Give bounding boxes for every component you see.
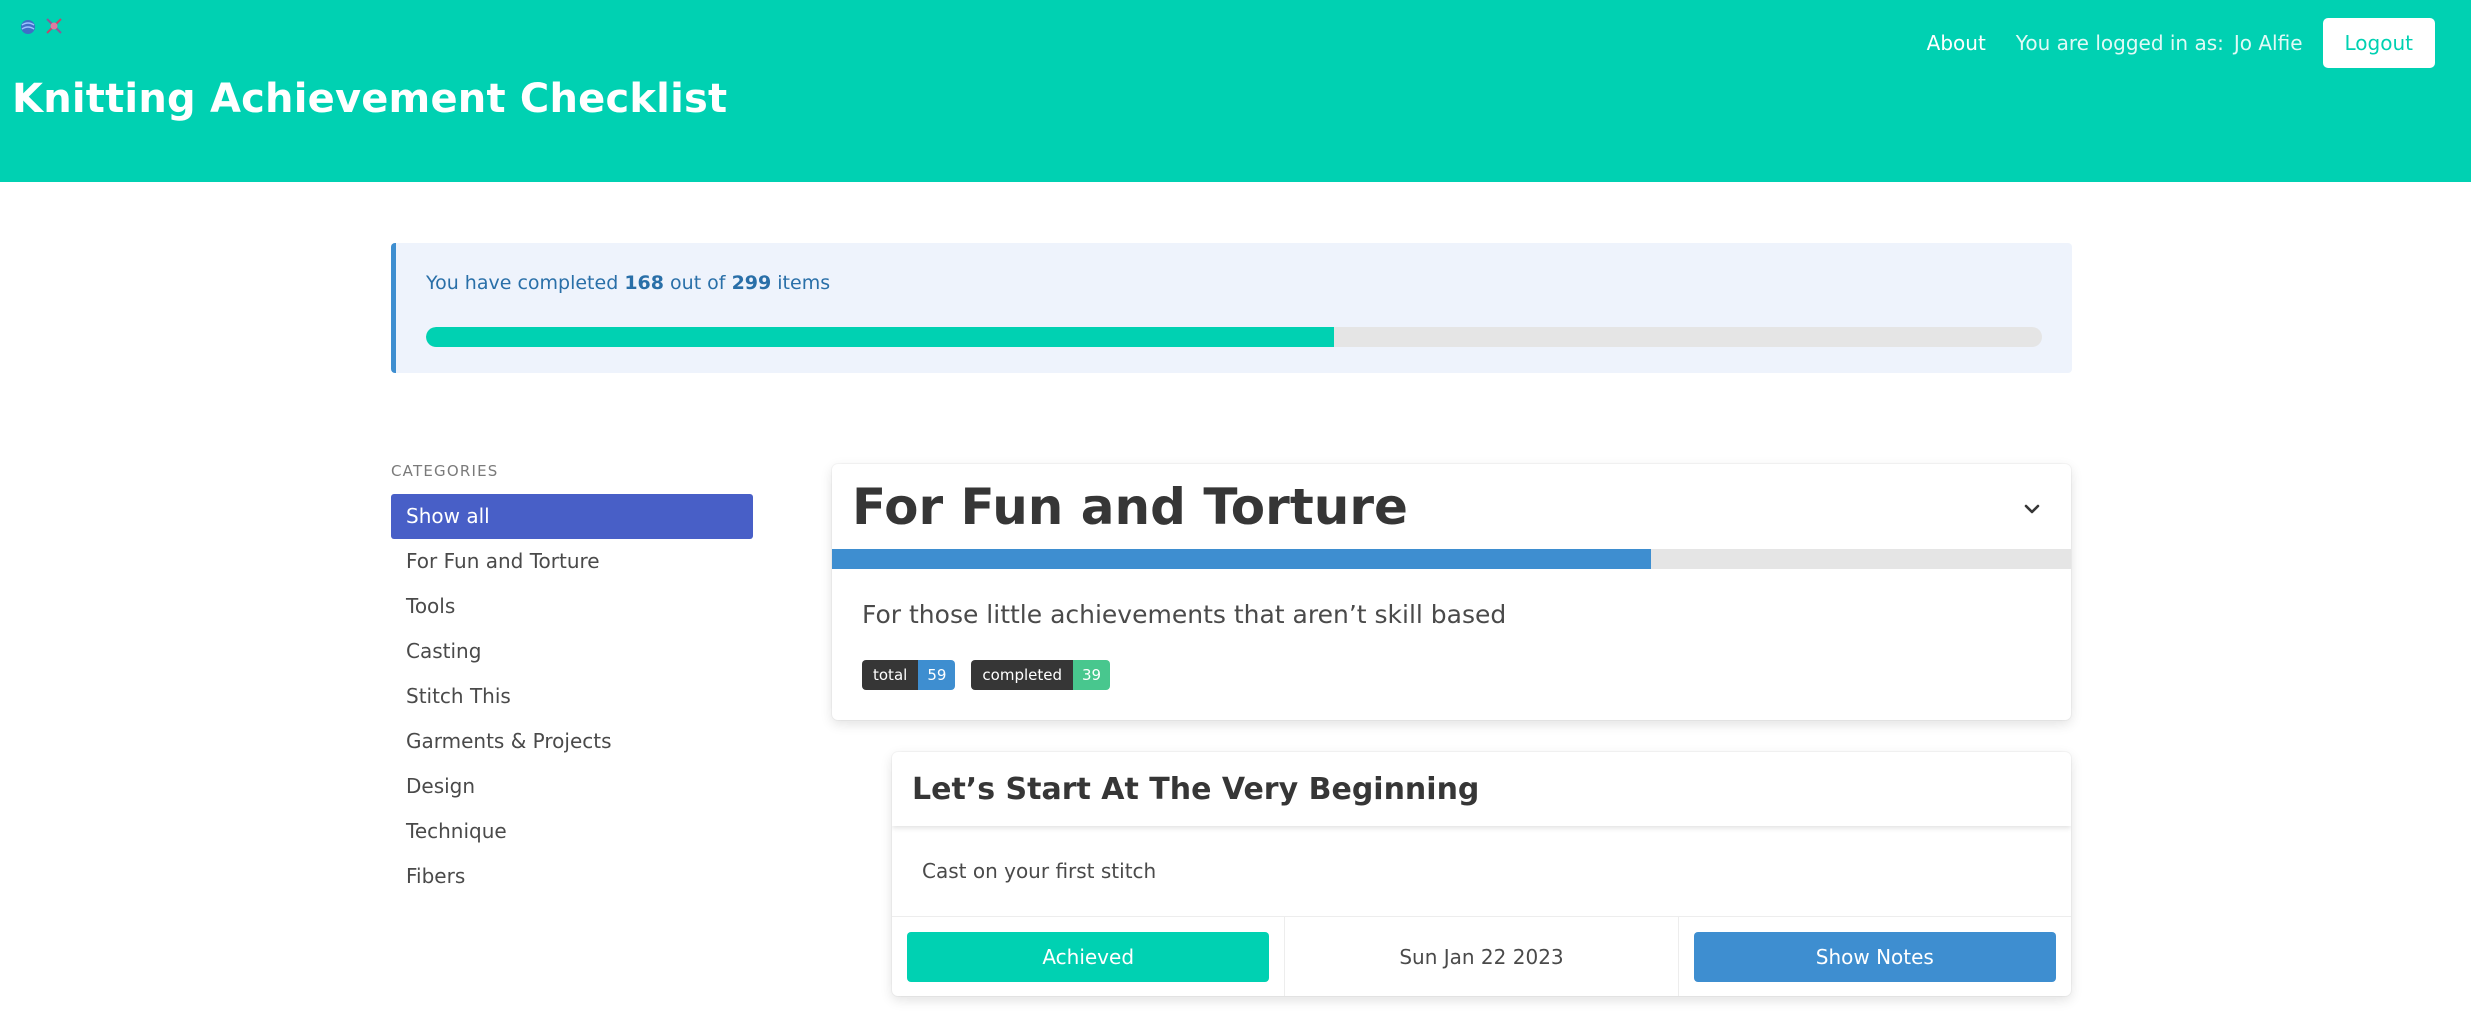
category-card: For Fun and Torture For those little ach… [832,464,2071,720]
progress-middle: out of [670,272,726,294]
sidebar-item-design[interactable]: Design [391,764,753,809]
sidebar-item-for-fun-and-torture[interactable]: For Fun and Torture [391,539,753,584]
logout-button[interactable]: Logout [2322,18,2435,68]
category-progress-fill [832,549,1651,569]
completed-tag-value: 39 [1073,660,1111,690]
achieved-cell: Achieved [892,917,1286,996]
sidebar-item-fibers[interactable]: Fibers [391,854,753,899]
chevron-down-icon[interactable] [2021,498,2043,520]
about-link[interactable]: About [1927,31,1986,55]
login-status-prefix: You are logged in as: [2015,31,2224,55]
site-header: Knitting Achievement Checklist About You… [0,0,2471,182]
achievement-card: Let’s Start At The Very Beginning Cast o… [892,752,2071,996]
sidebar-item-show-all[interactable]: Show all [391,494,753,539]
login-status: You are logged in as: Jo Alfie [2016,31,2303,55]
category-progress-bar [832,549,2071,569]
notes-cell: Show Notes [1679,917,2071,996]
achievement-card-footer: Achieved Sun Jan 22 2023 Show Notes [892,916,2071,996]
completed-tag: completed 39 [971,660,1111,690]
user-name: Jo Alfie [2233,31,2303,55]
date-cell: Sun Jan 22 2023 [1285,917,1679,996]
total-count: 299 [731,272,772,294]
sidebar-item-stitch-this[interactable]: Stitch This [391,674,753,719]
achieved-button[interactable]: Achieved [907,931,1270,982]
achievement-card-header: Let’s Start At The Very Beginning [892,752,2071,826]
category-description: For those little achievements that aren’… [862,600,1507,629]
overall-progress-text: You have completed 168 out of 299 items [426,272,2042,294]
logo [18,16,64,36]
progress-suffix: items [777,272,831,294]
category-sidebar: Categories Show all For Fun and Torture … [391,462,753,899]
sidebar-item-garments-projects[interactable]: Garments & Projects [391,719,753,764]
overall-progress-notification: You have completed 168 out of 299 items [391,243,2072,373]
achieved-date: Sun Jan 22 2023 [1399,944,1564,969]
total-tag-value: 59 [918,660,956,690]
sidebar-item-technique[interactable]: Technique [391,809,753,854]
completed-tag-label: completed [971,660,1073,690]
sidebar-item-tools[interactable]: Tools [391,584,753,629]
knitting-needles-icon [44,16,64,36]
total-tag-label: total [862,660,919,690]
yarn-ball-icon [18,16,38,36]
achievement-title: Let’s Start At The Very Beginning [912,771,1480,807]
progress-prefix: You have completed [426,272,619,294]
category-list: Show all For Fun and Torture Tools Casti… [391,494,753,899]
total-tag: total 59 [862,660,956,690]
site-title: Knitting Achievement Checklist [12,76,728,122]
sidebar-item-casting[interactable]: Casting [391,629,753,674]
show-notes-button[interactable]: Show Notes [1693,931,2056,982]
overall-progress-fill [426,327,1335,347]
completed-count: 168 [624,272,664,294]
overall-progress-bar [426,327,2042,347]
category-stats: total 59 completed 39 [862,660,1111,690]
achievement-description: Cast on your first stitch [922,859,1157,883]
top-nav: About You are logged in as: Jo Alfie Logo… [1927,18,2435,68]
category-title: For Fun and Torture [852,478,1408,536]
categories-label: Categories [391,462,499,480]
